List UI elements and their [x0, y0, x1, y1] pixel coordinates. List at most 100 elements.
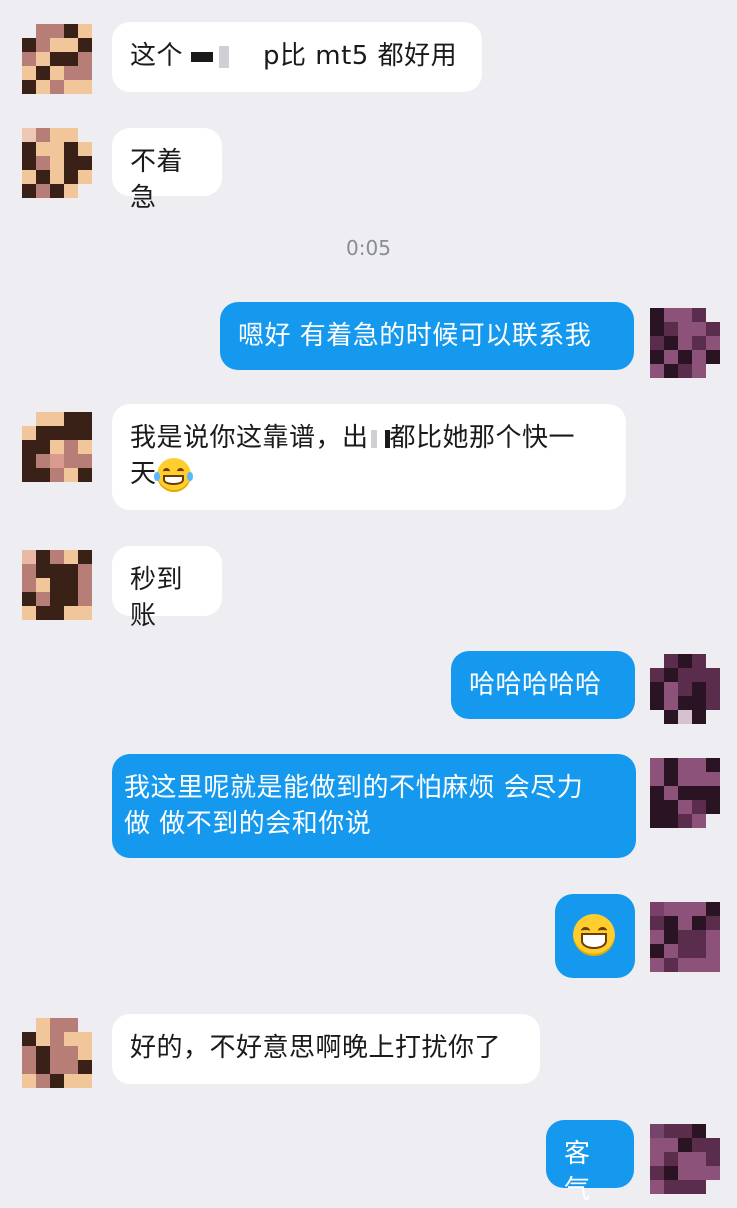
message-text: 嗯好 有着急的时候可以联系我	[238, 321, 592, 351]
avatar-pixel	[78, 1032, 92, 1046]
avatar-pixel	[50, 38, 64, 52]
avatar-pixel	[692, 668, 706, 682]
avatar-pixel	[664, 930, 678, 944]
message-bubble-incoming[interactable]: 好的，不好意思啊晚上打扰你了	[112, 1014, 540, 1084]
contact-avatar[interactable]	[22, 24, 92, 94]
avatar-pixel	[650, 958, 664, 972]
message-text: 我这里呢就是能做到的不怕麻烦 会尽力	[124, 773, 584, 803]
avatar-pixel	[706, 1166, 720, 1180]
avatar-pixel	[64, 606, 78, 620]
avatar-pixel	[22, 578, 36, 592]
avatar-pixel	[64, 1018, 78, 1032]
avatar-pixel	[678, 696, 692, 710]
avatar-pixel	[36, 66, 50, 80]
avatar-pixel	[50, 550, 64, 564]
avatar-pixel	[50, 170, 64, 184]
avatar-pixel	[36, 38, 50, 52]
my-avatar[interactable]	[650, 1124, 720, 1194]
avatar-pixel	[64, 170, 78, 184]
avatar-pixel	[650, 1152, 664, 1166]
avatar-pixel	[650, 696, 664, 710]
avatar-pixel	[64, 66, 78, 80]
avatar-pixel	[50, 142, 64, 156]
my-avatar[interactable]	[650, 902, 720, 972]
avatar-pixel	[678, 772, 692, 786]
avatar-pixel	[650, 364, 664, 378]
avatar-pixel	[678, 958, 692, 972]
message-text: 我是说你这靠谱，出	[130, 423, 369, 453]
avatar-pixel	[64, 440, 78, 454]
avatar-pixel	[678, 1124, 692, 1138]
avatar-pixel	[36, 606, 50, 620]
avatar-pixel	[678, 758, 692, 772]
avatar-pixel	[664, 1166, 678, 1180]
message-bubble-incoming[interactable]: 不着急	[112, 128, 222, 213]
avatar-pixel	[36, 550, 50, 564]
avatar-pixel	[692, 322, 706, 336]
message-bubble-outgoing[interactable]: 哈哈哈哈哈	[451, 651, 635, 719]
contact-avatar[interactable]	[22, 128, 92, 198]
avatar-pixel	[64, 1074, 78, 1088]
message-bubble-incoming[interactable]: 这个 p比 mt5 都好用	[112, 22, 482, 92]
avatar-pixel	[706, 930, 720, 944]
message-bubble-outgoing[interactable]: 客气	[546, 1120, 634, 1205]
my-avatar[interactable]	[650, 308, 720, 378]
avatar-pixel	[50, 592, 64, 606]
avatar-pixel	[692, 786, 706, 800]
avatar-pixel	[50, 412, 64, 426]
message-bubble-outgoing[interactable]: 我这里呢就是能做到的不怕麻烦 会尽力 做 做不到的会和你说	[112, 754, 636, 858]
avatar-pixel	[706, 958, 720, 972]
message-bubble-incoming[interactable]: 我是说你这靠谱，出 都比她那个快一 天	[112, 404, 626, 510]
avatar-pixel	[64, 52, 78, 66]
avatar-pixel	[78, 128, 92, 142]
message-text: 都比她那个快一	[389, 423, 576, 453]
avatar-pixel	[64, 80, 78, 94]
avatar-pixel	[64, 592, 78, 606]
avatar-pixel	[664, 364, 678, 378]
avatar-pixel	[50, 1018, 64, 1032]
avatar-pixel	[692, 350, 706, 364]
avatar-pixel	[50, 578, 64, 592]
avatar-pixel	[36, 578, 50, 592]
avatar-pixel	[664, 814, 678, 828]
avatar-pixel	[650, 902, 664, 916]
avatar-pixel	[706, 336, 720, 350]
message-text: p比 mt5 都好用	[263, 41, 458, 71]
avatar-pixel	[36, 1060, 50, 1074]
avatar-pixel	[678, 350, 692, 364]
avatar-pixel	[664, 772, 678, 786]
avatar-pixel	[50, 454, 64, 468]
avatar-pixel	[50, 128, 64, 142]
message-bubble-outgoing[interactable]	[555, 894, 635, 978]
avatar-pixel	[36, 52, 50, 66]
avatar-pixel	[678, 336, 692, 350]
avatar-pixel	[678, 786, 692, 800]
avatar-pixel	[706, 916, 720, 930]
avatar-pixel	[664, 350, 678, 364]
my-avatar[interactable]	[650, 758, 720, 828]
contact-avatar[interactable]	[22, 550, 92, 620]
avatar-pixel	[64, 128, 78, 142]
avatar-pixel	[78, 606, 92, 620]
contact-avatar[interactable]	[22, 1018, 92, 1088]
avatar-pixel	[664, 696, 678, 710]
avatar-pixel	[50, 468, 64, 482]
avatar-pixel	[22, 80, 36, 94]
avatar-pixel	[78, 454, 92, 468]
avatar-pixel	[78, 1074, 92, 1088]
my-avatar[interactable]	[650, 654, 720, 724]
message-text: 秒到账	[130, 565, 184, 631]
avatar-pixel	[650, 800, 664, 814]
contact-avatar[interactable]	[22, 412, 92, 482]
message-bubble-outgoing[interactable]: 嗯好 有着急的时候可以联系我	[220, 302, 634, 370]
avatar-pixel	[36, 1046, 50, 1060]
avatar-pixel	[64, 38, 78, 52]
avatar-pixel	[706, 654, 720, 668]
avatar-pixel	[664, 710, 678, 724]
avatar-pixel	[664, 1124, 678, 1138]
avatar-pixel	[36, 156, 50, 170]
avatar-pixel	[678, 322, 692, 336]
avatar-pixel	[678, 1138, 692, 1152]
message-bubble-incoming[interactable]: 秒到账	[112, 546, 222, 631]
avatar-pixel	[692, 1152, 706, 1166]
